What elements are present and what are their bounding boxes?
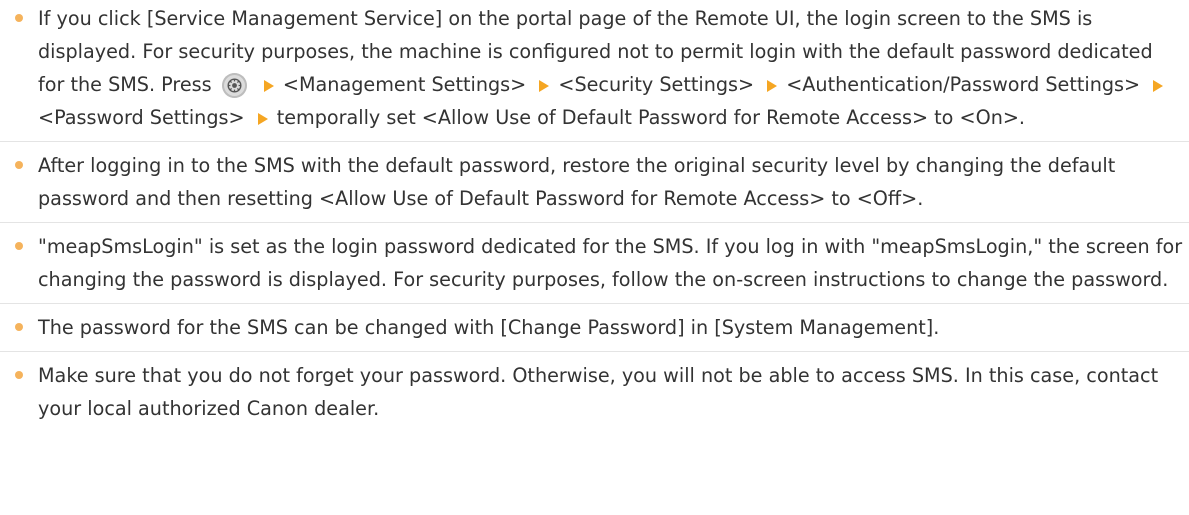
menu-path-password-settings: <Password Settings> <box>38 106 245 129</box>
arrow-icon <box>263 80 274 92</box>
arrow-icon <box>257 113 268 125</box>
arrow-icon <box>767 80 778 92</box>
menu-path-management-settings: <Management Settings> <box>282 73 527 96</box>
note-item-default-password-login: If you click [Service Management Service… <box>0 2 1189 142</box>
note-text: The password for the SMS can be changed … <box>38 316 940 339</box>
settings-menu-key-icon <box>221 73 247 98</box>
note-text: "meapSmsLogin" is set as the login passw… <box>38 235 1183 291</box>
arrow-icon <box>1153 80 1164 92</box>
bullet-icon <box>15 371 23 379</box>
note-item-restore-security-level: After logging in to the SMS with the def… <box>0 149 1189 223</box>
notes-list: If you click [Service Management Service… <box>0 0 1189 432</box>
bullet-icon <box>15 242 23 250</box>
menu-path-security-settings: <Security Settings> <box>558 73 755 96</box>
note-item-sms-login-password: "meapSmsLogin" is set as the login passw… <box>0 230 1189 304</box>
arrow-icon <box>539 80 550 92</box>
note-text: Make sure that you do not forget your pa… <box>38 364 1159 420</box>
bullet-icon <box>15 161 23 169</box>
note-item-forgot-password: Make sure that you do not forget your pa… <box>0 359 1189 432</box>
bullet-icon <box>15 323 23 331</box>
note-text-part-2: temporally set <Allow Use of Default Pas… <box>276 106 1026 129</box>
note-item-change-password: The password for the SMS can be changed … <box>0 311 1189 352</box>
bullet-icon <box>15 14 23 22</box>
menu-path-authentication-password-settings: <Authentication/Password Settings> <box>786 73 1141 96</box>
note-text: After logging in to the SMS with the def… <box>38 154 1116 210</box>
